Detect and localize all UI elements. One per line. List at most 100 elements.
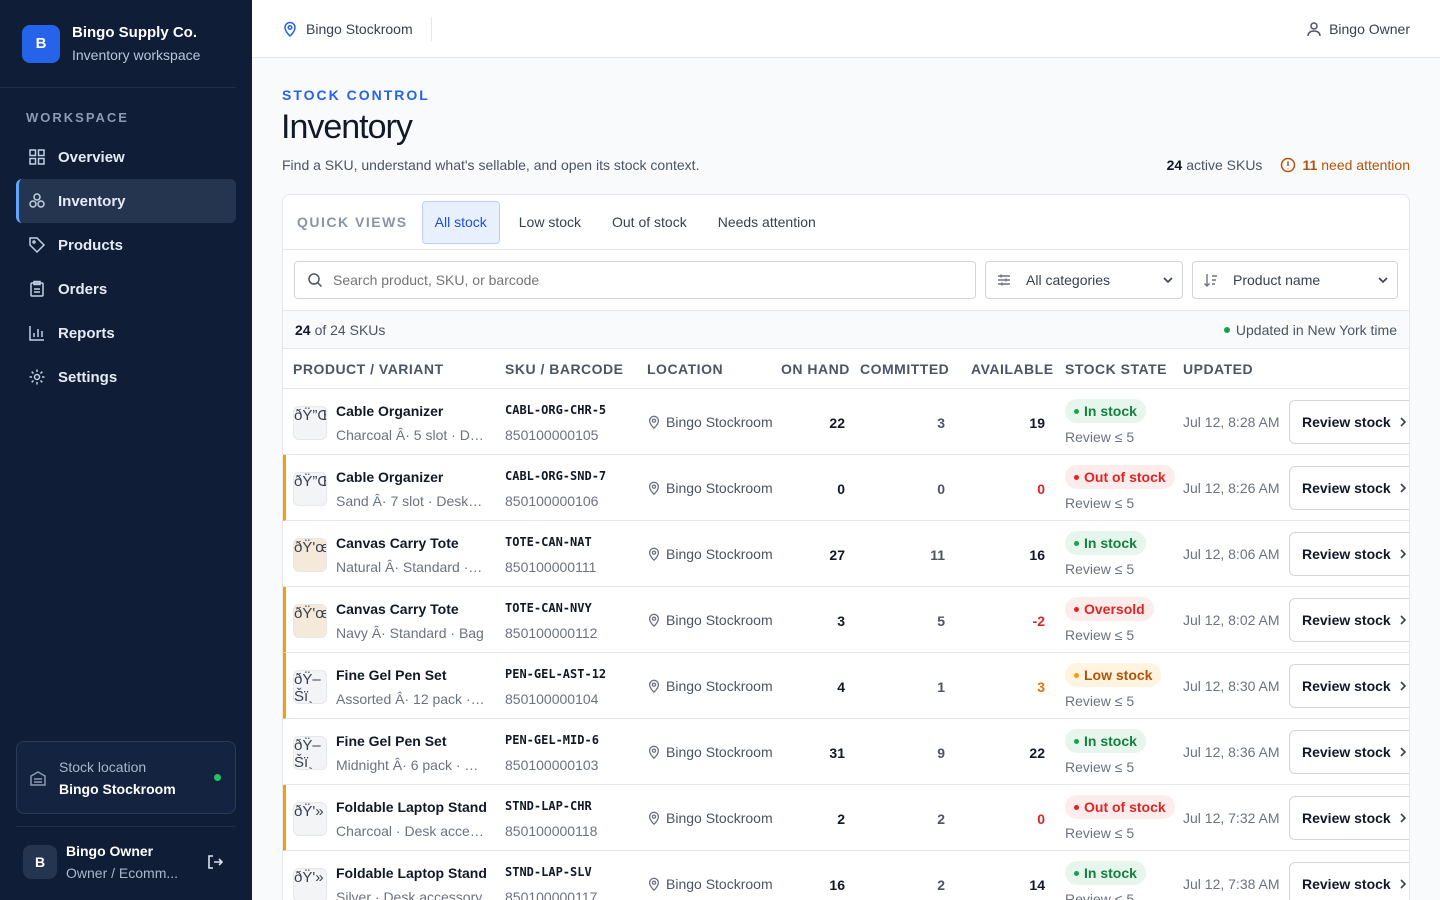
result-count-number: 24 [295, 321, 311, 338]
logout-icon[interactable] [206, 853, 224, 871]
status-dot [1074, 408, 1079, 414]
stock-location-card[interactable]: Stock location Bingo Stockroom [16, 741, 236, 814]
map-pin-icon [648, 415, 660, 429]
sort-select[interactable]: Product name [1192, 261, 1398, 299]
sidebar-item-reports[interactable]: Reports [16, 311, 236, 355]
chevron-down-icon [1163, 277, 1173, 284]
status-dot [1223, 326, 1230, 333]
category-select[interactable]: All categories [985, 261, 1183, 299]
sidebar-item-inventory[interactable]: Inventory [16, 179, 236, 223]
map-pin-icon [284, 21, 296, 37]
review-stock-button[interactable]: Review stock [1289, 664, 1409, 708]
table-row[interactable]: ðŸ'» Foldable Laptop Stand Silver · Desk… [283, 851, 1409, 900]
column-header[interactable]: SKU / BARCODE [505, 361, 624, 377]
table-row[interactable]: ðŸ”Œ Cable Organizer Charcoal Â· 5 slot … [283, 389, 1409, 455]
review-threshold: Review ≤ 5 [1065, 825, 1135, 841]
product-thumbnail: ðŸ–Šï¸ [293, 670, 327, 704]
table-row[interactable]: ðŸ'» Foldable Laptop Stand Charcoal · De… [283, 785, 1409, 851]
review-threshold: Review ≤ 5 [1065, 627, 1135, 643]
status-label: In stock [1084, 535, 1137, 551]
sidebar-item-overview[interactable]: Overview [16, 135, 236, 179]
on-hand-value: 0 [837, 481, 845, 497]
location-name: Bingo Stockroom [666, 480, 773, 496]
search-icon [308, 273, 323, 288]
store-selector[interactable]: Bingo Stockroom [252, 16, 432, 41]
product-name[interactable]: Fine Gel Pen Set [336, 667, 491, 683]
available-value: -2 [1032, 613, 1045, 629]
column-header[interactable]: PRODUCT / VARIANT [293, 361, 444, 377]
product-name[interactable]: Cable Organizer [336, 403, 491, 419]
review-stock-button[interactable]: Review stock [1289, 532, 1409, 576]
alert-circle-icon [1281, 157, 1296, 173]
status-dot [1074, 474, 1079, 480]
review-stock-button[interactable]: Review stock [1289, 862, 1409, 900]
chevron-right-icon [1400, 615, 1406, 625]
tab-low-stock[interactable]: Low stock [507, 201, 593, 244]
sidebar-item-label: Inventory [58, 192, 126, 210]
header-stats: 24 active SKUs 11 need attention [1167, 157, 1410, 173]
review-threshold: Review ≤ 5 [1065, 429, 1135, 445]
product-variant: Charcoal Â· 5 slot · Desk accessory [336, 427, 486, 443]
status-badge: Oversold [1065, 597, 1154, 621]
product-variant: Assorted Â· 12 pack · Pens [336, 691, 486, 707]
review-stock-label: Review stock [1302, 480, 1391, 496]
review-stock-button[interactable]: Review stock [1289, 400, 1409, 444]
committed-value: 1 [937, 679, 945, 695]
sku-code: PEN-GEL-AST-12 [505, 667, 607, 681]
column-header[interactable]: UPDATED [1183, 361, 1253, 377]
updated-time: Jul 12, 8:30 AM [1183, 678, 1280, 694]
product-thumbnail: ðŸ”Œ [293, 406, 327, 440]
column-header[interactable]: STOCK STATE [1065, 361, 1167, 377]
updated-note: Updated in New York time [1223, 322, 1397, 338]
on-hand-value: 3 [837, 613, 845, 629]
available-value: 0 [1037, 481, 1045, 497]
committed-value: 3 [937, 415, 945, 431]
table-row[interactable]: ðŸ'œ Canvas Carry Tote Navy Â· Standard … [283, 587, 1409, 653]
status-dot [1074, 870, 1079, 876]
product-name[interactable]: Foldable Laptop Stand [336, 799, 491, 815]
search-input[interactable] [333, 272, 933, 288]
column-header[interactable]: AVAILABLE [971, 361, 1054, 377]
review-stock-button[interactable]: Review stock [1289, 466, 1409, 510]
barcode: 850100000105 [505, 427, 599, 443]
column-header[interactable]: COMMITTED [860, 361, 949, 377]
tab-needs-attention[interactable]: Needs attention [706, 201, 828, 244]
sidebar-item-products[interactable]: Products [16, 223, 236, 267]
review-stock-label: Review stock [1302, 414, 1391, 430]
product-name[interactable]: Canvas Carry Tote [336, 601, 491, 617]
result-count-label: of 24 SKUs [314, 321, 386, 338]
tab-all-stock[interactable]: All stock [421, 200, 500, 244]
sku-code: PEN-GEL-MID-6 [505, 733, 599, 747]
review-threshold: Review ≤ 5 [1065, 561, 1135, 577]
chevron-right-icon [1400, 549, 1406, 559]
sliders-icon [998, 274, 1010, 286]
product-name[interactable]: Cable Organizer [336, 469, 491, 485]
attention-stat[interactable]: 11 need attention [1280, 157, 1410, 173]
table-row[interactable]: ðŸ–Šï¸ Fine Gel Pen Set Assorted Â· 12 p… [283, 653, 1409, 719]
updated-time: Jul 12, 8:26 AM [1183, 480, 1280, 496]
status-dot [1074, 804, 1079, 810]
sidebar-nav: Overview Inventory Products Orders Repor… [0, 135, 252, 399]
column-header[interactable]: LOCATION [647, 361, 723, 377]
product-name[interactable]: Fine Gel Pen Set [336, 733, 491, 749]
filter-bar: All categories Product name [283, 250, 1409, 311]
account-menu[interactable]: Bingo Owner [1306, 21, 1410, 37]
column-header[interactable]: ON HAND [781, 361, 850, 377]
sidebar-item-settings[interactable]: Settings [16, 355, 236, 399]
product-variant: Silver · Desk accessory [336, 889, 483, 900]
stock-location-label: Stock location [59, 758, 147, 775]
review-stock-button[interactable]: Review stock [1289, 730, 1409, 774]
table-row[interactable]: ðŸ'œ Canvas Carry Tote Natural Â· Standa… [283, 521, 1409, 587]
sidebar-item-orders[interactable]: Orders [16, 267, 236, 311]
search-box [294, 261, 976, 299]
product-name[interactable]: Foldable Laptop Stand [336, 865, 491, 881]
review-stock-button[interactable]: Review stock [1289, 796, 1409, 840]
review-stock-button[interactable]: Review stock [1289, 598, 1409, 642]
tab-out-of-stock[interactable]: Out of stock [600, 201, 699, 244]
product-thumbnail: ðŸ'» [293, 802, 327, 836]
sku-code: CABL-ORG-CHR-5 [505, 403, 607, 417]
committed-value: 0 [937, 481, 945, 497]
product-name[interactable]: Canvas Carry Tote [336, 535, 491, 551]
table-row[interactable]: ðŸ–Šï¸ Fine Gel Pen Set Midnight Â· 6 pa… [283, 719, 1409, 785]
table-row[interactable]: ðŸ”Œ Cable Organizer Sand Â· 7 slot · De… [283, 455, 1409, 521]
